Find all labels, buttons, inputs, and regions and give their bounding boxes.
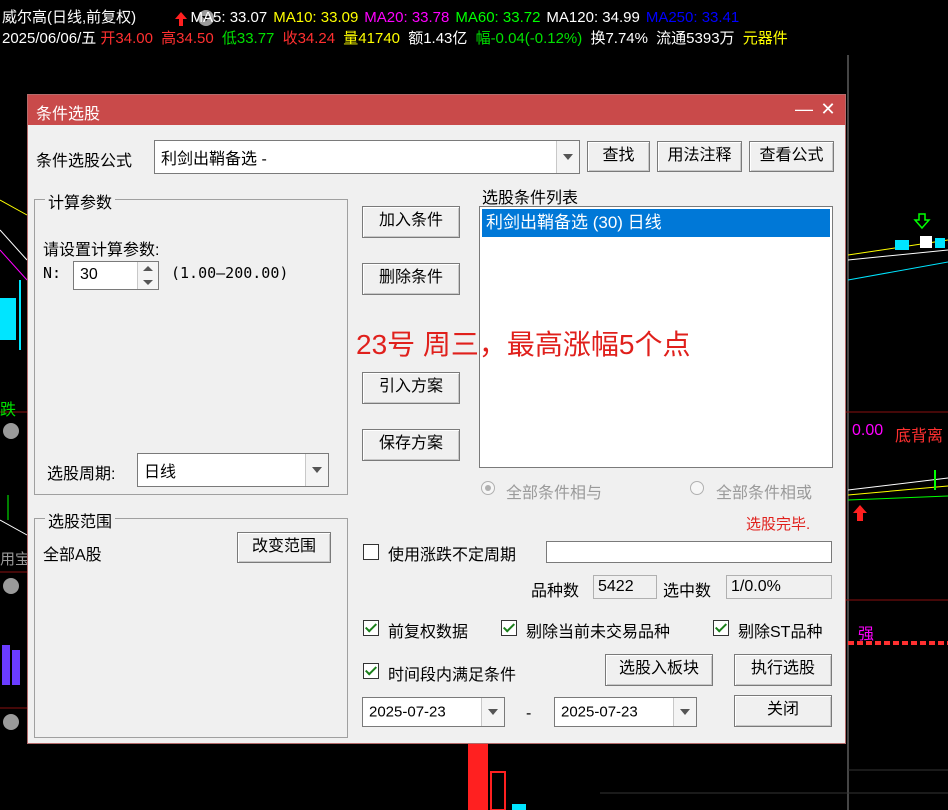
annotation-text: 23号 周三，最高涨幅5个点 — [356, 329, 691, 360]
param-n-value: 30 — [80, 266, 98, 283]
ma-value: MA5: 33.07 — [190, 9, 268, 26]
stock-name: 威尔高(日线,前复权) — [2, 9, 137, 26]
dialog-titlebar[interactable]: 条件选股 — ✕ — [28, 95, 845, 125]
param-n-stepper[interactable]: 30 — [73, 261, 159, 290]
set-params-prompt: 请设置计算参数: — [43, 242, 160, 259]
time-range-label: 时间段内满足条件 — [388, 667, 517, 684]
scope-group: 选股范围 全部A股 改变范围 — [34, 508, 348, 738]
radio-all-or[interactable] — [690, 481, 704, 495]
date-from-picker[interactable]: 2025-07-23 — [362, 697, 505, 727]
exclude-untraded-checkbox[interactable] — [501, 620, 517, 636]
chevron-down-icon[interactable] — [673, 698, 696, 726]
volume: 量41740 — [343, 30, 401, 47]
variable-period-input[interactable] — [546, 541, 832, 563]
ma-value: MA120: 34.99 — [546, 9, 640, 26]
scope-value: 全部A股 — [43, 547, 102, 564]
chart-right-value: 0.00 — [852, 422, 884, 439]
turnover: 换7.74% — [590, 30, 648, 47]
period-select[interactable]: 日线 — [137, 453, 329, 487]
selected-count-label: 选中数 — [663, 583, 712, 600]
find-button[interactable]: 查找 — [587, 141, 650, 172]
save-plan-button[interactable]: 保存方案 — [362, 429, 460, 461]
minimize-icon[interactable]: — — [793, 98, 815, 120]
variable-period-checkbox[interactable] — [363, 544, 379, 560]
condition-list-label: 选股条件列表 — [482, 190, 579, 207]
view-formula-button[interactable]: 查看公式 — [749, 141, 834, 172]
delete-condition-button[interactable]: 删除条件 — [362, 263, 460, 295]
change: 幅-0.04(-0.12%) — [475, 30, 583, 47]
chart-fall-label: 跌 — [0, 402, 17, 419]
date-to-value: 2025-07-23 — [561, 703, 638, 721]
low-price: 低33.77 — [221, 30, 275, 47]
total-count-value: 5422 — [593, 575, 657, 599]
stock-header-line-2: 2025/06/06/五 开34.00 高34.50 低33.77 收34.24… — [2, 30, 792, 48]
param-n-label: N: — [43, 264, 62, 282]
dialog-title: 条件选股 — [36, 106, 101, 123]
total-count-label: 品种数 — [531, 583, 580, 600]
chevron-down-icon[interactable] — [481, 698, 504, 726]
ma-value: MA20: 33.78 — [364, 9, 450, 26]
period-value: 日线 — [144, 464, 177, 481]
float-shares: 流通5393万 — [656, 30, 735, 47]
exclude-untraded-label: 剔除当前未交易品种 — [526, 624, 671, 641]
condition-list-item[interactable]: 利剑出鞘备选 (30) 日线 — [482, 209, 830, 237]
adj-data-checkbox[interactable] — [363, 620, 379, 636]
spinner-icon[interactable] — [137, 262, 158, 289]
usage-notes-button[interactable]: 用法注释 — [657, 141, 742, 172]
calc-params-group: 计算参数 请设置计算参数: N: 30 (1.00—200.00) 选股周期: … — [34, 189, 348, 495]
variable-period-label: 使用涨跌不定周期 — [388, 547, 517, 564]
chevron-down-icon[interactable] — [305, 454, 328, 486]
chart-strong-label: 强 — [858, 626, 875, 643]
ma-value: MA250: 33.41 — [645, 9, 740, 26]
open-price: 开34.00 — [100, 30, 153, 47]
formula-select[interactable]: 利剑出鞘备选 - — [154, 140, 580, 174]
stock-header-line-1: 威尔高(日线,前复权) MA5: 33.07 MA10: 33.09 MA20: 3… — [2, 9, 749, 27]
chart-divergence-label: 底背离 — [895, 428, 944, 445]
trade-date: 2025/06/06/五 — [2, 30, 97, 47]
date-to-picker[interactable]: 2025-07-23 — [554, 697, 697, 727]
param-n-range: (1.00—200.00) — [171, 264, 289, 282]
adj-data-label: 前复权数据 — [388, 624, 469, 641]
to-block-button[interactable]: 选股入板块 — [605, 654, 713, 686]
scope-title: 选股范围 — [45, 508, 116, 532]
amount: 额1.43亿 — [408, 30, 468, 47]
import-plan-button[interactable]: 引入方案 — [362, 372, 460, 404]
formula-label: 条件选股公式 — [36, 153, 133, 170]
period-label: 选股周期: — [47, 466, 116, 483]
chevron-down-icon[interactable] — [556, 141, 579, 173]
add-condition-button[interactable]: 加入条件 — [362, 206, 460, 238]
sector: 元器件 — [742, 30, 788, 47]
status-text: 选股完毕. — [746, 516, 811, 533]
date-separator: - — [526, 705, 532, 722]
change-scope-button[interactable]: 改变范围 — [237, 532, 331, 563]
exclude-st-checkbox[interactable] — [713, 620, 729, 636]
radio-all-and[interactable] — [481, 481, 495, 495]
high-price: 高34.50 — [161, 30, 214, 47]
selected-count-value: 1/0.0% — [726, 575, 832, 599]
close-button[interactable]: 关闭 — [734, 695, 832, 727]
chart-use-label: 用宝 — [0, 551, 31, 568]
execute-screening-button[interactable]: 执行选股 — [734, 654, 832, 686]
time-range-checkbox[interactable] — [363, 663, 379, 679]
ma-value: MA60: 33.72 — [455, 9, 541, 26]
ma-value: MA10: 33.09 — [273, 9, 359, 26]
exclude-st-label: 剔除ST品种 — [738, 624, 823, 641]
calc-params-title: 计算参数 — [45, 189, 116, 213]
date-from-value: 2025-07-23 — [369, 703, 446, 721]
radio-all-or-label: 全部条件相或 — [716, 485, 813, 502]
radio-all-and-label: 全部条件相与 — [506, 485, 603, 502]
close-icon[interactable]: ✕ — [817, 98, 839, 120]
close-price: 收34.24 — [282, 30, 336, 47]
stock-screening-dialog: 条件选股 — ✕ 条件选股公式 利剑出鞘备选 - 查找 用法注释 查看公式 计算… — [27, 94, 846, 744]
formula-value: 利剑出鞘备选 - — [161, 151, 267, 168]
